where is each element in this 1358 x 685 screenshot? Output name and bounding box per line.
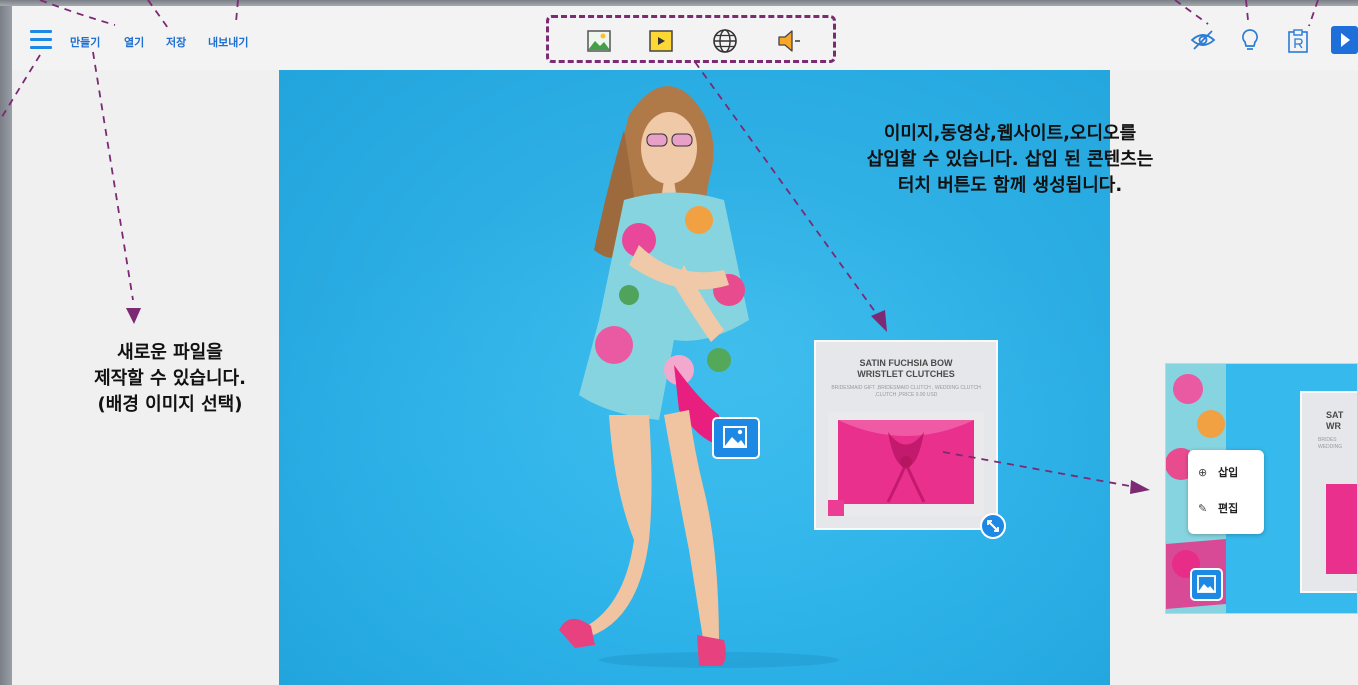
thumbnail-sub-line1: BRIDES [1318, 437, 1337, 443]
edit-pencil-icon: ✎ [1198, 502, 1208, 515]
insert-callout-line3: 터치 버튼도 함께 생성됩니다. [897, 175, 1123, 196]
hamburger-menu-icon[interactable] [30, 30, 52, 50]
insert-content-callout: 이미지,동영상,웹사이트,오디오를 삽입할 수 있습니다. 삽입 된 콘텐츠는 … [800, 121, 1220, 199]
thumbnail-title-line2: WR [1326, 421, 1341, 431]
thumbnail-sub-line2: WEDDING [1318, 444, 1343, 450]
clipboard-icon[interactable] [1287, 28, 1309, 54]
thumbnail-product-title: SAT WR [1326, 410, 1343, 432]
thumbnail-product-subtitle: BRIDES WEDDING [1318, 437, 1342, 451]
product-title: SATIN FUCHSIA BOW WRISTLET CLUTCHES [816, 358, 996, 380]
pink-clutch-image [828, 412, 984, 516]
context-edit-item[interactable]: ✎ 편집 [1198, 500, 1238, 516]
product-title-line2: WRISTLET CLUTCHES [857, 369, 955, 379]
create-button[interactable]: 만들기 [70, 34, 100, 50]
play-preview-icon[interactable] [1331, 26, 1358, 54]
insert-callout-line1: 이미지,동영상,웹사이트,오디오를 [883, 123, 1137, 144]
audio-insert-icon[interactable] [776, 28, 802, 54]
thumbnail-title-line1: SAT [1326, 410, 1344, 420]
video-insert-icon[interactable] [648, 28, 674, 54]
hide-eye-icon[interactable] [1190, 28, 1216, 52]
open-button[interactable]: 열기 [124, 34, 144, 50]
website-insert-icon[interactable] [712, 28, 738, 54]
new-file-callout-line2: 제작할 수 있습니다. [94, 368, 246, 389]
context-insert-item[interactable]: ⊕ 삽입 [1198, 464, 1238, 480]
window-frame-left [0, 0, 12, 685]
context-insert-label: 삽입 [1218, 466, 1239, 479]
thumbnail-image-button-icon [1190, 568, 1223, 601]
resize-handle-icon[interactable] [979, 512, 1007, 540]
new-file-callout-line1: 새로운 파일을 [117, 342, 223, 363]
export-button[interactable]: 내보내기 [208, 34, 248, 50]
product-title-line1: SATIN FUCHSIA BOW [859, 358, 953, 368]
image-touch-button-icon[interactable] [712, 417, 760, 459]
context-menu: ⊕ 삽입 ✎ 편집 [1188, 450, 1264, 534]
product-subtitle: BRIDESMAID GIFT ,BRIDESMAID CLUTCH , WED… [831, 385, 981, 398]
image-insert-icon[interactable] [586, 28, 612, 54]
context-edit-label: 편집 [1218, 502, 1239, 515]
insert-callout-line2: 삽입할 수 있습니다. 삽입 된 콘텐츠는 [866, 149, 1154, 170]
plus-circle-icon: ⊕ [1198, 466, 1208, 479]
new-file-callout: 새로운 파일을 제작할 수 있습니다. (배경 이미지 선택) [50, 340, 290, 418]
lightbulb-icon[interactable] [1240, 28, 1260, 54]
new-file-callout-line3: (배경 이미지 선택) [97, 394, 243, 415]
save-button[interactable]: 저장 [166, 34, 186, 50]
product-image-card[interactable]: SATIN FUCHSIA BOW WRISTLET CLUTCHES BRID… [814, 340, 998, 530]
